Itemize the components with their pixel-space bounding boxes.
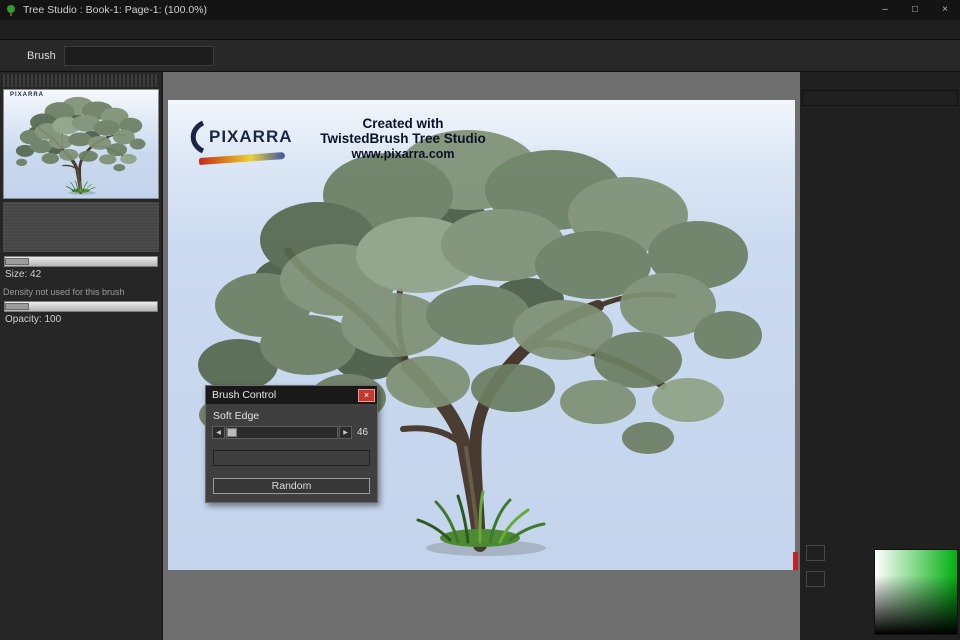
app-window: Tree Studio : Book-1: Page-1: (100.0%) –… — [0, 0, 960, 640]
pixarra-logo-mark — [190, 120, 205, 154]
right-panel — [800, 72, 960, 640]
app-icon — [7, 5, 15, 16]
canvas-area[interactable]: PIXARRA Created with TwistedBrush Tree S… — [163, 72, 800, 640]
panel-grip[interactable] — [3, 74, 159, 87]
primary-color-swatch[interactable] — [806, 545, 825, 561]
size-label: Size: 42 — [5, 269, 42, 280]
color-gradient-strip[interactable] — [802, 90, 958, 106]
dialog-close-icon[interactable]: × — [358, 388, 375, 402]
brush-texture-preview — [3, 202, 159, 252]
maximize-button[interactable]: □ — [900, 0, 930, 20]
brush-control-titlebar[interactable]: Brush Control × — [206, 386, 377, 404]
brush-control-dialog: Brush Control × Soft Edge ◀ ▶ 46 Random — [205, 385, 378, 503]
density-note: Density not used for this brush — [3, 287, 125, 297]
page-thumbnail[interactable]: PIXARRA — [3, 89, 159, 199]
window-title: Tree Studio : Book-1: Page-1: (100.0%) — [23, 4, 208, 16]
soft-edge-slider-handle[interactable] — [227, 428, 237, 437]
page-edge-marker — [793, 552, 798, 570]
canvas-caption: Created with TwistedBrush Tree Studio ww… — [253, 116, 553, 161]
secondary-color-swatch[interactable] — [806, 571, 825, 587]
opacity-label: Opacity: 100 — [5, 314, 62, 325]
size-slider[interactable] — [4, 256, 158, 267]
caption-line-2: TwistedBrush Tree Studio — [320, 131, 486, 146]
toolbar-separator — [4, 44, 13, 68]
opacity-slider[interactable] — [4, 301, 158, 312]
thumbnail-tree-image — [4, 90, 158, 198]
menubar — [0, 20, 960, 40]
size-slider-handle[interactable] — [5, 258, 29, 265]
titlebar: Tree Studio : Book-1: Page-1: (100.0%) –… — [0, 0, 960, 20]
slider-right-arrow-icon[interactable]: ▶ — [339, 426, 352, 439]
caption-line-1: Created with — [362, 116, 444, 131]
left-panel: PIXARRA Size: 42 Density not used for th… — [0, 72, 163, 640]
minimize-button[interactable]: – — [870, 0, 900, 20]
close-button[interactable]: × — [930, 0, 960, 20]
soft-edge-value: 46 — [357, 427, 369, 438]
random-button[interactable]: Random — [213, 478, 370, 494]
brush-control-title: Brush Control — [212, 389, 277, 401]
brush-gradient-preview — [213, 450, 370, 466]
opacity-slider-handle[interactable] — [5, 303, 29, 310]
saturation-value-picker[interactable] — [874, 549, 958, 635]
slider-left-arrow-icon[interactable]: ◀ — [212, 426, 225, 439]
color-picker-area — [800, 507, 960, 640]
toolbar: Brush — [0, 40, 960, 72]
soft-edge-label: Soft Edge — [213, 410, 260, 422]
caption-line-3: www.pixarra.com — [351, 147, 455, 161]
brush-selector[interactable] — [63, 45, 214, 66]
brush-label: Brush — [27, 49, 56, 62]
soft-edge-slider[interactable] — [226, 426, 338, 439]
